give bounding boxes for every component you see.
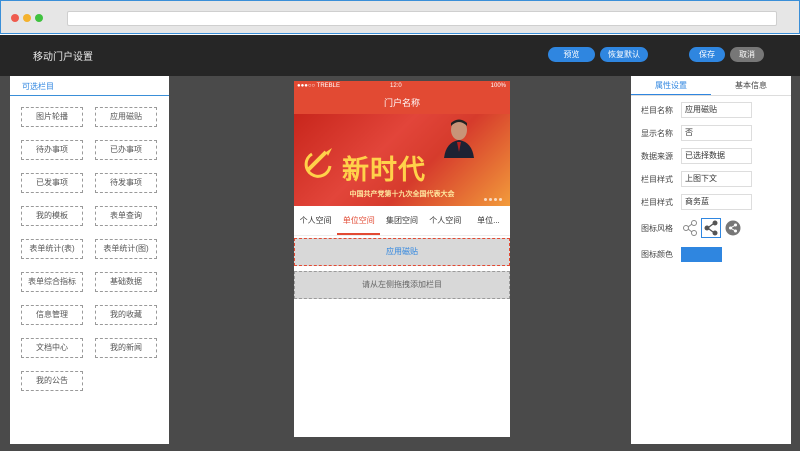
widget-item[interactable]: 待发事项 xyxy=(95,173,157,193)
widget-item[interactable]: 基础数据 xyxy=(95,272,157,292)
property-label: 数据来源 xyxy=(641,151,673,161)
carousel-indicator[interactable] xyxy=(484,198,502,201)
icon-style-label: 图标风格 xyxy=(641,223,673,233)
icon-color-label: 图标颜色 xyxy=(641,249,673,259)
preview-button[interactable]: 预览 xyxy=(548,47,595,62)
widget-item[interactable]: 应用磁贴 xyxy=(95,107,157,127)
property-label: 显示名称 xyxy=(641,128,673,138)
icon-color-swatch[interactable] xyxy=(681,246,722,262)
widget-item[interactable]: 信息管理 xyxy=(21,305,83,325)
carousel-banner[interactable]: 新时代 中国共产党第十九次全国代表大会 xyxy=(294,114,510,206)
space-tab[interactable]: 单位空间 xyxy=(337,206,381,235)
tab-properties[interactable]: 属性设置 xyxy=(631,76,711,95)
property-input[interactable]: 否 xyxy=(681,125,752,141)
banner-headline: 新时代 xyxy=(342,155,426,186)
share-circle-icon[interactable] xyxy=(724,220,741,237)
properties-panel: 属性设置 基本信息 栏目名称 应用磁贴 显示名称否数据来源 已选择数据 栏目样式 上图下文… xyxy=(631,76,791,444)
widget-item[interactable]: 表单统计(图) xyxy=(95,239,157,259)
tab-available-columns[interactable]: 可选栏目 xyxy=(10,76,169,96)
space-tab[interactable]: 个人空间 xyxy=(294,206,337,235)
widget-item[interactable]: 我的模板 xyxy=(21,206,83,226)
property-row: 栏目样式 商务蓝 xyxy=(641,194,752,210)
banner-subtitle: 中国共产党第十九次全国代表大会 xyxy=(349,191,455,198)
browser-chrome xyxy=(0,0,800,34)
widget-panel: 可选栏目 图片轮播 应用磁贴 待办事项 已办事项 已发事项 待发事项 我的模板 表单查询 表单统… xyxy=(10,76,169,444)
carrier-label: ●●●○○ TREBLE xyxy=(297,83,341,89)
time-label: 12:0 xyxy=(390,83,402,89)
app-header: 移动门户设置 预览 恢复默认 保存 取消 xyxy=(0,35,800,76)
property-input[interactable]: 已选择数据 xyxy=(681,148,752,164)
property-row: 显示名称否 xyxy=(641,125,752,141)
icon-style-row: 图标风格 xyxy=(641,218,744,238)
close-dot-icon[interactable] xyxy=(11,14,19,22)
space-tab[interactable]: 个人空间 xyxy=(424,206,467,235)
properties-tabs: 属性设置 基本信息 xyxy=(631,76,791,96)
property-input[interactable]: 上图下文 xyxy=(681,171,752,187)
tab-basic-info[interactable]: 基本信息 xyxy=(711,76,791,95)
widget-item[interactable]: 表单统计(表) xyxy=(21,239,83,259)
space-tabs: 个人空间 单位空间 集团空间 个人空间 单位... xyxy=(294,206,510,236)
widget-item[interactable]: 文档中心 xyxy=(21,338,83,358)
share-filled-icon[interactable] xyxy=(701,218,721,238)
widget-item[interactable]: 表单综合指标 xyxy=(21,272,83,292)
widget-item[interactable]: 图片轮播 xyxy=(21,107,83,127)
selected-column-block[interactable]: 应用磁贴 xyxy=(294,238,510,266)
portal-title: 门户名称 xyxy=(294,92,510,114)
minimize-dot-icon[interactable] xyxy=(23,14,31,22)
phone-status-bar: ●●●○○ TREBLE 12:0 100% xyxy=(294,81,510,92)
workspace: 可选栏目 图片轮播 应用磁贴 待办事项 已办事项 已发事项 待发事项 我的模板 表单查询 表单统… xyxy=(0,76,800,451)
space-tab[interactable]: 集团空间 xyxy=(380,206,423,235)
space-tab[interactable]: 单位... xyxy=(467,206,510,235)
cancel-button[interactable]: 取消 xyxy=(730,47,764,62)
window-controls xyxy=(11,14,43,22)
widget-item[interactable]: 我的收藏 xyxy=(95,305,157,325)
property-label: 栏目名称 xyxy=(641,105,673,115)
property-label: 栏目样式 xyxy=(641,174,673,184)
property-input[interactable]: 应用磁贴 xyxy=(681,102,752,118)
save-button[interactable]: 保存 xyxy=(689,47,725,62)
widget-item[interactable]: 表单查询 xyxy=(95,206,157,226)
property-label: 栏目样式 xyxy=(641,197,673,207)
address-bar[interactable] xyxy=(67,11,777,26)
drop-zone[interactable]: 请从左侧拖拽添加栏目 xyxy=(294,271,510,299)
widget-item[interactable]: 已发事项 xyxy=(21,173,83,193)
property-input[interactable]: 商务蓝 xyxy=(681,194,752,210)
property-row: 栏目样式 上图下文 xyxy=(641,171,752,187)
widget-item[interactable]: 已办事项 xyxy=(95,140,157,160)
page-title: 移动门户设置 xyxy=(33,52,93,63)
property-row: 数据来源 已选择数据 xyxy=(641,148,752,164)
share-outline-icon[interactable] xyxy=(681,220,698,237)
battery-label: 100% xyxy=(490,83,506,89)
icon-color-row: 图标颜色 xyxy=(641,246,722,262)
party-emblem-icon xyxy=(304,148,332,178)
widget-item[interactable]: 我的新闻 xyxy=(95,338,157,358)
widget-item[interactable]: 我的公告 xyxy=(21,371,83,391)
widget-item[interactable]: 待办事项 xyxy=(21,140,83,160)
restore-default-button[interactable]: 恢复默认 xyxy=(600,47,648,62)
property-row: 栏目名称 应用磁贴 xyxy=(641,102,752,118)
leader-portrait-icon xyxy=(444,119,474,158)
maximize-dot-icon[interactable] xyxy=(35,14,43,22)
phone-preview: ●●●○○ TREBLE 12:0 100% 门户名称 新时代 中国共产党第十九… xyxy=(294,81,510,437)
